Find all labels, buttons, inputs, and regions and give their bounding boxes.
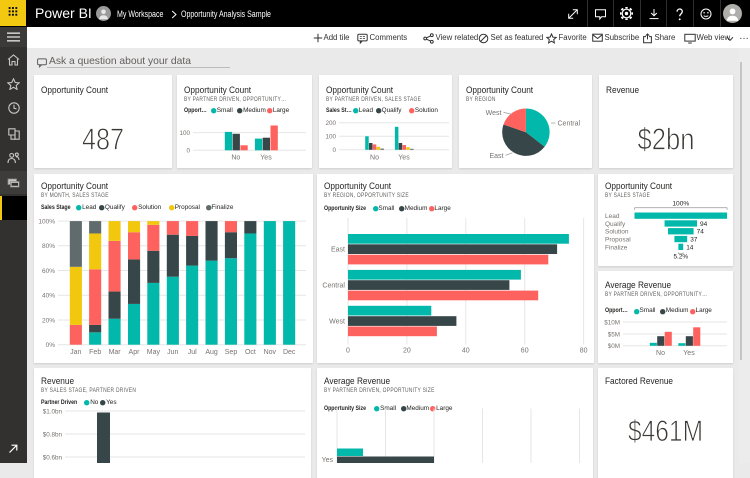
svg-text:Jun: Jun (167, 349, 178, 356)
svg-text:$2bn: $2bn (638, 121, 695, 156)
svg-text:60: 60 (521, 347, 529, 354)
svg-text:East: East (331, 246, 345, 253)
svg-text:$0.8bn: $0.8bn (43, 431, 63, 438)
svg-text:100%: 100% (38, 218, 55, 225)
svg-text:$0.6bn: $0.6bn (43, 454, 63, 461)
svg-text:Yes: Yes (683, 349, 695, 356)
svg-text:No: No (231, 154, 240, 161)
svg-text:0%: 0% (46, 342, 56, 349)
svg-text:Feb: Feb (89, 349, 101, 356)
svg-text:East: East (489, 153, 503, 160)
svg-text:Finalize: Finalize (605, 244, 628, 251)
svg-text:$5M: $5M (608, 331, 620, 338)
svg-text:Jul: Jul (188, 349, 197, 356)
svg-text:Sep: Sep (225, 349, 238, 356)
svg-text:0: 0 (186, 148, 190, 155)
svg-text:No: No (656, 349, 665, 356)
svg-text:$0M: $0M (608, 343, 620, 350)
svg-text:Lead: Lead (605, 213, 620, 220)
svg-text:60%: 60% (42, 267, 55, 274)
svg-text:487: 487 (82, 121, 124, 156)
svg-text:$1.0bn: $1.0bn (43, 408, 63, 415)
svg-text:Mar: Mar (109, 349, 122, 356)
svg-text:74: 74 (697, 228, 705, 235)
svg-text:Yes: Yes (398, 154, 410, 161)
svg-text:80%: 80% (42, 243, 55, 250)
svg-text:$10M: $10M (604, 319, 620, 326)
svg-text:$461M: $461M (628, 415, 703, 448)
svg-text:40: 40 (462, 347, 470, 354)
svg-text:20: 20 (403, 347, 411, 354)
svg-text:Solution: Solution (605, 228, 629, 235)
svg-text:Central: Central (322, 282, 345, 289)
svg-text:No: No (370, 154, 379, 161)
svg-text:14: 14 (686, 244, 694, 251)
svg-text:100%: 100% (672, 200, 689, 207)
svg-text:37: 37 (690, 236, 698, 243)
svg-text:5.2%: 5.2% (674, 253, 689, 260)
svg-text:200: 200 (325, 120, 336, 127)
svg-text:94: 94 (700, 220, 708, 227)
svg-text:Proposal: Proposal (605, 236, 631, 243)
svg-text:80: 80 (580, 347, 588, 354)
svg-text:Jan: Jan (70, 349, 81, 356)
svg-text:May: May (147, 349, 161, 356)
svg-text:Yes: Yes (260, 154, 272, 161)
svg-text:Nov: Nov (264, 349, 277, 356)
svg-text:West: West (329, 318, 345, 325)
svg-text:Yes: Yes (322, 457, 334, 464)
svg-text:Dec: Dec (283, 349, 296, 356)
svg-text:Oct: Oct (245, 349, 256, 356)
svg-text:20%: 20% (42, 317, 55, 324)
svg-text:0: 0 (346, 347, 350, 354)
svg-text:100: 100 (325, 134, 336, 141)
svg-text:Aug: Aug (205, 349, 218, 356)
svg-text:Qualify: Qualify (605, 220, 626, 227)
svg-text:West: West (486, 110, 502, 117)
svg-text:Central: Central (558, 121, 581, 128)
svg-text:40%: 40% (42, 292, 55, 299)
svg-text:0: 0 (332, 147, 336, 154)
svg-text:100: 100 (179, 130, 190, 137)
svg-text:Apr: Apr (129, 349, 141, 356)
